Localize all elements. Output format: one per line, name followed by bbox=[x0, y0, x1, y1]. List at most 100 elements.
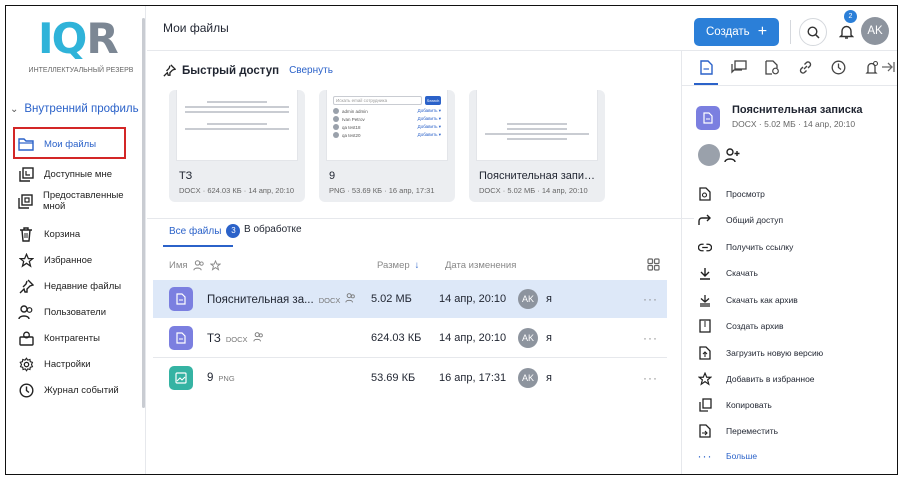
file-size: 624.03 КБ bbox=[371, 332, 422, 344]
sidebar-scrollbar[interactable] bbox=[142, 18, 145, 408]
card-meta: DOCX · 5.02 МБ · 14 апр, 20:10 bbox=[479, 186, 588, 195]
file-name-text: ТЗ bbox=[207, 332, 221, 345]
sidebar-item-settings[interactable]: Настройки bbox=[18, 356, 142, 372]
action-copy[interactable]: Копировать bbox=[698, 398, 772, 412]
users-icon[interactable] bbox=[192, 260, 205, 271]
more-icon[interactable]: ··· bbox=[643, 371, 658, 385]
grid-view-icon[interactable] bbox=[647, 258, 660, 271]
sidebar-item-label: Журнал событий bbox=[44, 384, 119, 396]
details-file-meta: DOCX · 5.02 МБ · 14 апр, 20:10 bbox=[732, 119, 856, 129]
sidebar-item-recent[interactable]: Недавние файлы bbox=[18, 278, 142, 294]
preview-row-link: Добавить ▾ bbox=[417, 124, 441, 129]
sort-arrow-icon: ↓ bbox=[414, 260, 420, 271]
sidebar-item-counterparties[interactable]: Контрагенты bbox=[18, 330, 142, 346]
notification-badge: 2 bbox=[844, 10, 857, 23]
action-share[interactable]: Общий доступ bbox=[698, 213, 783, 227]
logo-subtitle: Интеллектуальный резерв bbox=[28, 67, 134, 74]
archive-icon bbox=[698, 319, 712, 333]
comments-icon[interactable] bbox=[731, 59, 747, 75]
download-archive-icon bbox=[698, 293, 712, 307]
action-more[interactable]: ··· Больше bbox=[697, 449, 758, 463]
sidebar-item-label: Избранное bbox=[44, 254, 93, 266]
quick-card[interactable]: Искать email сотрудника Search admin admi… bbox=[319, 90, 455, 202]
more-icon: ··· bbox=[697, 449, 713, 463]
file-preview bbox=[177, 90, 297, 160]
action-create-archive[interactable]: Создать архив bbox=[698, 319, 784, 333]
action-move[interactable]: Переместить bbox=[698, 424, 778, 438]
doc-file-icon bbox=[169, 326, 193, 350]
bell-icon bbox=[838, 25, 854, 39]
quick-card[interactable]: Пояснительная записка DOCX · 5.02 МБ · 1… bbox=[469, 90, 605, 202]
action-download[interactable]: Скачать bbox=[698, 266, 758, 280]
table-row[interactable]: Пояснительная за... DOCX 5.02 МБ 14 апр,… bbox=[153, 280, 667, 318]
action-upload-version[interactable]: Загрузить новую версию bbox=[698, 346, 823, 360]
create-button[interactable]: Создать + bbox=[694, 18, 779, 46]
notifications-button[interactable] bbox=[832, 18, 860, 46]
more-icon[interactable]: ··· bbox=[643, 331, 658, 345]
table-row[interactable]: 9 PNG 53.69 КБ 16 апр, 17:31 AK я ··· bbox=[153, 359, 667, 397]
details-divider bbox=[682, 85, 897, 86]
share-icon bbox=[698, 213, 712, 227]
clock-icon bbox=[18, 382, 34, 398]
sidebar-item-shared[interactable]: Доступные мне bbox=[18, 166, 142, 182]
tab-processing[interactable]: В обработке bbox=[244, 224, 302, 235]
file-info-icon[interactable] bbox=[698, 59, 714, 75]
file-settings-icon[interactable] bbox=[863, 59, 879, 75]
file-ext: PNG bbox=[218, 374, 235, 383]
shared-users-icon bbox=[345, 292, 356, 303]
globe-avatar bbox=[698, 144, 720, 166]
page-title: Мои файлы bbox=[163, 21, 229, 35]
file-name-text: Пояснительная за... bbox=[207, 293, 314, 306]
more-icon[interactable]: ··· bbox=[643, 292, 658, 306]
link-icon[interactable] bbox=[797, 59, 813, 75]
file-name-text: 9 bbox=[207, 372, 214, 384]
tab-all-files[interactable]: Все файлы 3 bbox=[169, 224, 241, 238]
sidebar-item-users[interactable]: Пользователи bbox=[18, 304, 142, 320]
user-avatar[interactable]: AK bbox=[861, 17, 889, 45]
file-date: 14 апр, 20:10 bbox=[439, 293, 507, 305]
collapse-panel-icon[interactable] bbox=[881, 61, 895, 73]
shared-users-icon bbox=[252, 331, 264, 342]
section-internal-profile[interactable]: ⌄ Внутренний профиль bbox=[10, 103, 139, 115]
tab-label: Все файлы bbox=[169, 225, 222, 237]
action-add-favorite[interactable]: Добавить в избранное bbox=[698, 372, 815, 386]
move-icon bbox=[698, 424, 712, 438]
search-button[interactable] bbox=[799, 18, 827, 46]
action-view[interactable]: Просмотр bbox=[698, 187, 765, 201]
sidebar-item-events[interactable]: Журнал событий bbox=[18, 382, 142, 398]
col-name[interactable]: Имя bbox=[169, 260, 221, 271]
preview-row: admin admin bbox=[342, 108, 368, 114]
preview-row-link: Добавить ▾ bbox=[417, 132, 441, 137]
file-owner: AK я bbox=[518, 328, 552, 348]
counterparty-icon bbox=[18, 330, 34, 346]
quick-card[interactable]: ТЗ DOCX · 624.03 КБ · 14 апр, 20:10 bbox=[169, 90, 305, 202]
action-label: Больше bbox=[726, 451, 758, 461]
search-icon bbox=[806, 25, 820, 39]
share-users bbox=[698, 144, 740, 166]
action-label: Переместить bbox=[726, 426, 779, 436]
sidebar-item-favorites[interactable]: Избранное bbox=[18, 252, 142, 268]
star-icon[interactable] bbox=[209, 260, 221, 271]
doc-file-icon bbox=[696, 106, 720, 130]
sidebar-item-my-files[interactable]: Мои файлы bbox=[18, 136, 142, 152]
file-lock-icon[interactable] bbox=[764, 59, 780, 75]
col-name-label: Имя bbox=[169, 260, 188, 271]
collapse-link[interactable]: Свернуть bbox=[289, 65, 333, 76]
add-user-icon[interactable] bbox=[724, 147, 740, 163]
file-name: Пояснительная за... DOCX bbox=[207, 292, 356, 306]
provided-icon bbox=[18, 193, 33, 209]
action-label: Просмотр bbox=[726, 189, 765, 199]
logo-mark-left: IQ bbox=[38, 14, 87, 63]
avatar: AK bbox=[518, 368, 538, 388]
action-get-link[interactable]: Получить ссылку bbox=[698, 240, 793, 254]
sidebar-item-trash[interactable]: Корзина bbox=[18, 226, 142, 242]
col-date[interactable]: Дата изменения bbox=[445, 260, 516, 271]
history-icon[interactable] bbox=[830, 59, 846, 75]
action-download-archive[interactable]: Скачать как архив bbox=[698, 293, 798, 307]
trash-icon bbox=[18, 226, 34, 242]
sidebar-item-label: Контрагенты bbox=[44, 332, 100, 344]
table-row[interactable]: ТЗ DOCX 624.03 КБ 14 апр, 20:10 AK я ··· bbox=[153, 319, 667, 357]
col-size[interactable]: Размер ↓ bbox=[377, 260, 419, 271]
sidebar-item-provided[interactable]: Предоставленные мной bbox=[18, 190, 142, 212]
sidebar-item-label: Мои файлы bbox=[44, 138, 97, 150]
